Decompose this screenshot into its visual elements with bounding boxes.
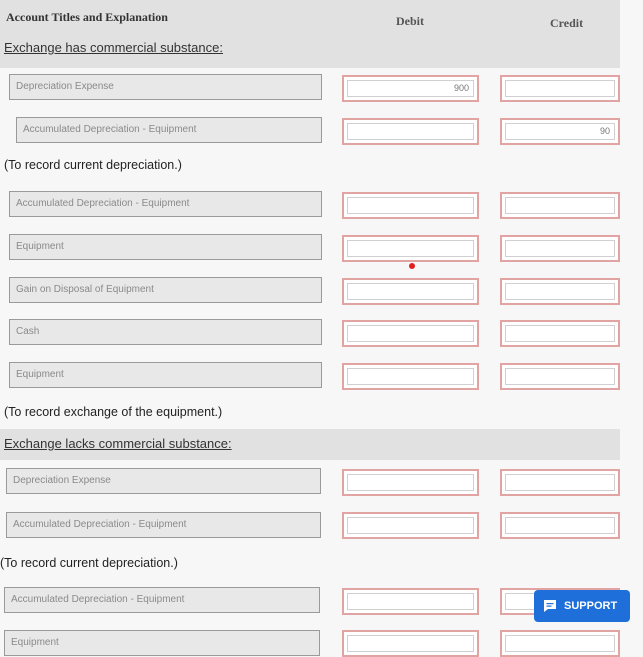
note-record-depreciation: (To record current depreciation.) xyxy=(0,556,178,570)
account-field[interactable]: Gain on Disposal of Equipment xyxy=(9,277,322,303)
credit-header: Credit xyxy=(550,16,584,30)
account-field[interactable]: Cash xyxy=(9,319,322,345)
credit-field[interactable] xyxy=(500,235,620,262)
section-lacks-commercial-substance: Exchange lacks commercial substance: xyxy=(4,436,232,451)
table-header: Account Titles and Explanation Debit Cre… xyxy=(0,0,620,68)
debit-field[interactable] xyxy=(342,192,479,219)
credit-field[interactable] xyxy=(500,469,620,496)
debit-field[interactable] xyxy=(342,118,479,145)
account-field[interactable]: Accumulated Depreciation - Equipment xyxy=(9,191,322,217)
debit-field[interactable] xyxy=(342,469,479,496)
support-label: SUPPORT xyxy=(564,600,618,612)
debit-field[interactable]: 900 xyxy=(342,75,479,102)
credit-field[interactable]: 90 xyxy=(500,118,620,145)
credit-field[interactable] xyxy=(500,320,620,347)
support-button[interactable]: SUPPORT xyxy=(534,590,630,622)
account-field[interactable]: Equipment xyxy=(9,234,322,260)
debit-field[interactable] xyxy=(342,320,479,347)
credit-field[interactable] xyxy=(500,75,620,102)
debit-field[interactable] xyxy=(342,278,479,305)
account-field[interactable]: Accumulated Depreciation - Equipment xyxy=(4,587,320,613)
note-record-depreciation: (To record current depreciation.) xyxy=(4,158,182,172)
chat-icon xyxy=(544,600,556,612)
debit-header: Debit xyxy=(396,14,424,28)
account-field[interactable]: Depreciation Expense xyxy=(9,74,322,100)
account-field[interactable]: Equipment xyxy=(9,362,322,388)
debit-field[interactable] xyxy=(342,630,479,657)
account-field[interactable]: Depreciation Expense xyxy=(6,468,321,494)
credit-field[interactable] xyxy=(500,512,620,539)
credit-field[interactable] xyxy=(500,192,620,219)
cursor-marker xyxy=(409,263,415,269)
note-record-exchange: (To record exchange of the equipment.) xyxy=(4,405,223,419)
credit-field[interactable] xyxy=(500,278,620,305)
section-commercial-substance: Exchange has commercial substance: xyxy=(4,40,223,55)
debit-field[interactable] xyxy=(342,363,479,390)
account-field[interactable]: Equipment xyxy=(4,630,320,656)
account-field[interactable]: Accumulated Depreciation - Equipment xyxy=(6,512,321,538)
account-titles-header: Account Titles and Explanation xyxy=(6,10,168,24)
debit-field[interactable] xyxy=(342,235,479,262)
account-field[interactable]: Accumulated Depreciation - Equipment xyxy=(16,117,322,143)
debit-field[interactable] xyxy=(342,588,479,615)
credit-field[interactable] xyxy=(500,363,620,390)
debit-field[interactable] xyxy=(342,512,479,539)
credit-field[interactable] xyxy=(500,630,620,657)
